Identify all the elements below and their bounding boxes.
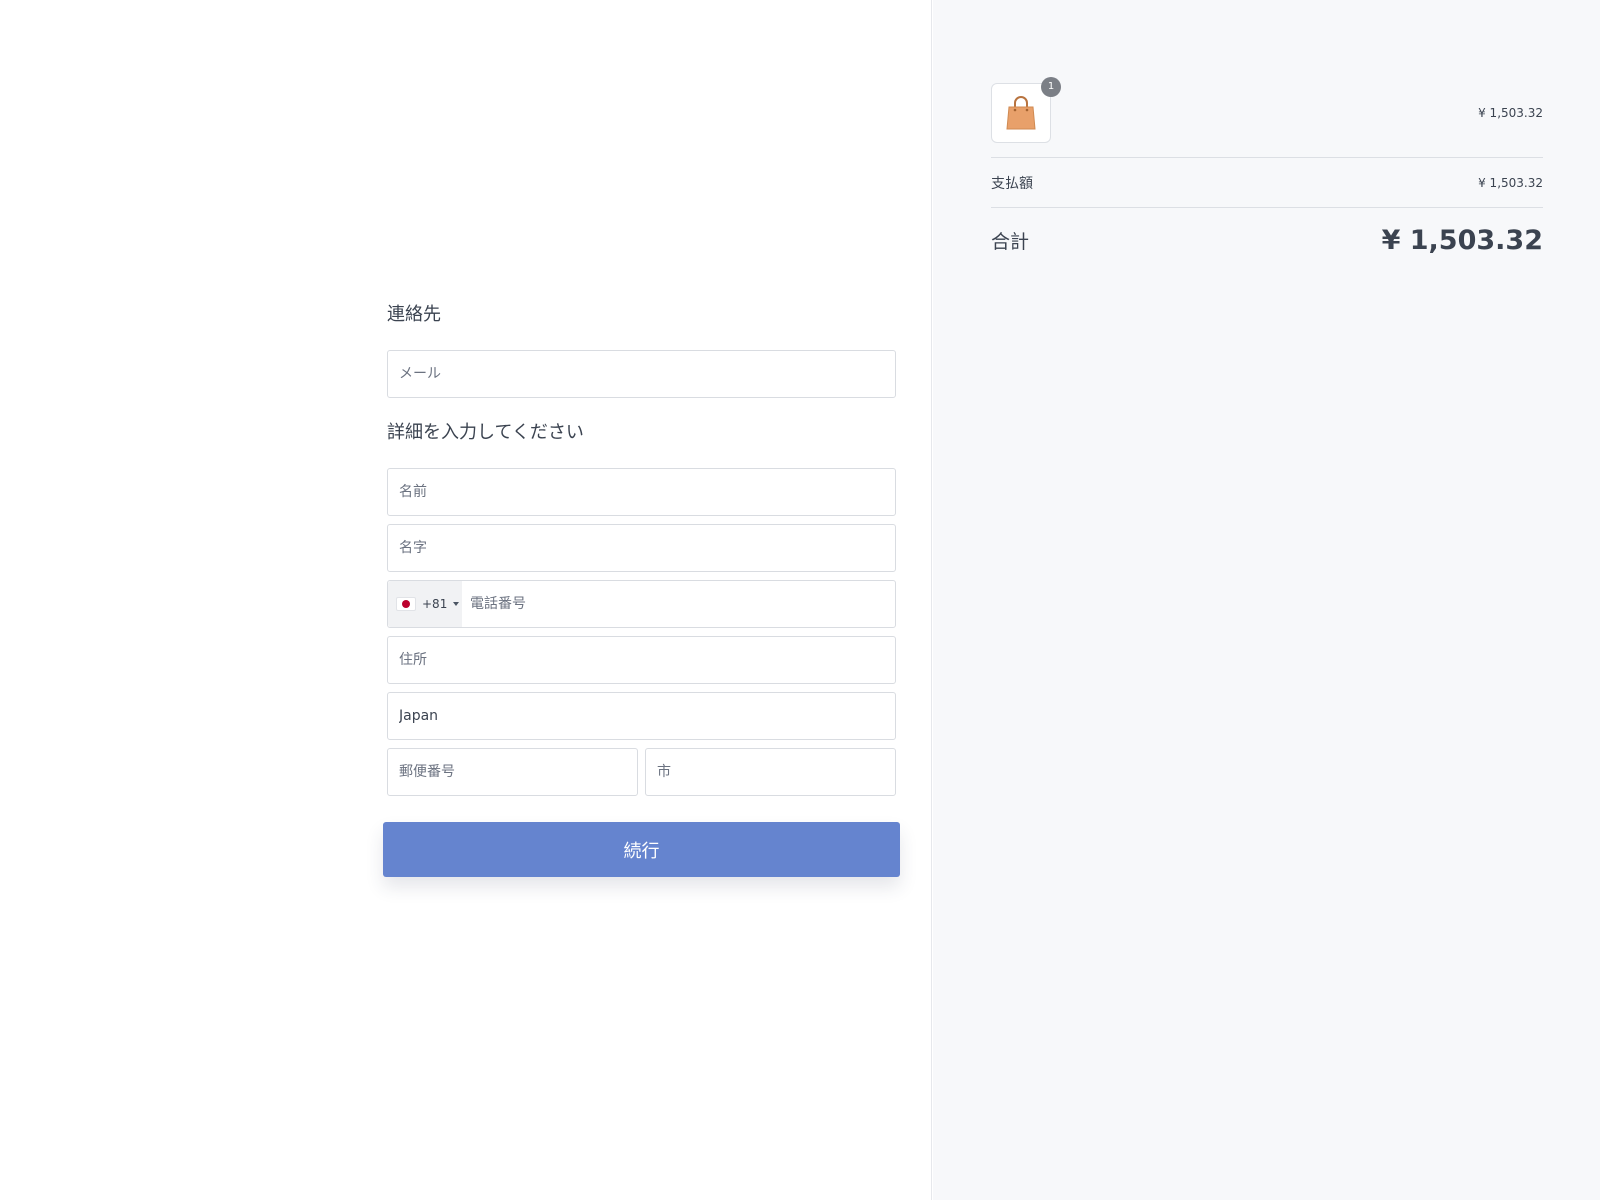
dial-code: +81 [422, 597, 448, 611]
order-item-row: 1 ¥ 1,503.32 [991, 76, 1543, 158]
subtotal-label: 支払額 [991, 175, 1033, 192]
phone-field[interactable] [462, 581, 895, 627]
shopping-bag-icon [1006, 95, 1036, 129]
last-name-field[interactable] [388, 525, 895, 571]
item-price: ¥ 1,503.32 [1478, 105, 1543, 120]
quantity-badge: 1 [1041, 76, 1061, 97]
checkout-form-pane: 連絡先 詳細を入力してください +81 [0, 0, 932, 1200]
japan-flag-icon [396, 597, 416, 611]
details-section-title: 詳細を入力してください [387, 422, 584, 443]
contact-section-title: 連絡先 [387, 304, 441, 325]
country-field-wrapper [387, 692, 896, 740]
subtotal-row: 支払額 ¥ 1,503.32 [991, 158, 1543, 208]
address-field[interactable] [388, 637, 895, 683]
total-label: 合計 [991, 230, 1030, 253]
city-field[interactable] [646, 749, 895, 795]
email-field-wrapper [387, 350, 896, 398]
country-field[interactable] [388, 693, 895, 739]
total-row: 合計 ¥ 1,503.32 [991, 208, 1543, 272]
postal-code-field-wrapper [387, 748, 638, 796]
subtotal-value: ¥ 1,503.32 [1478, 175, 1543, 190]
email-field[interactable] [388, 351, 895, 397]
address-field-wrapper [387, 636, 896, 684]
chevron-down-icon [453, 602, 460, 606]
postal-city-row [387, 748, 896, 804]
phone-field-wrapper: +81 [387, 580, 896, 628]
postal-code-field[interactable] [388, 749, 637, 795]
total-value: ¥ 1,503.32 [1381, 224, 1543, 256]
order-summary: 1 ¥ 1,503.32 支払額 ¥ 1,503.32 合計 ¥ 1,503.3… [991, 76, 1543, 272]
item-thumbnail: 1 [991, 76, 1061, 143]
city-field-wrapper [645, 748, 896, 796]
checkout-form: 連絡先 詳細を入力してください +81 [383, 300, 900, 877]
first-name-field-wrapper [387, 468, 896, 516]
first-name-field[interactable] [388, 469, 895, 515]
continue-button[interactable]: 続行 [383, 822, 900, 877]
country-code-selector[interactable]: +81 [388, 581, 462, 627]
last-name-field-wrapper [387, 524, 896, 572]
